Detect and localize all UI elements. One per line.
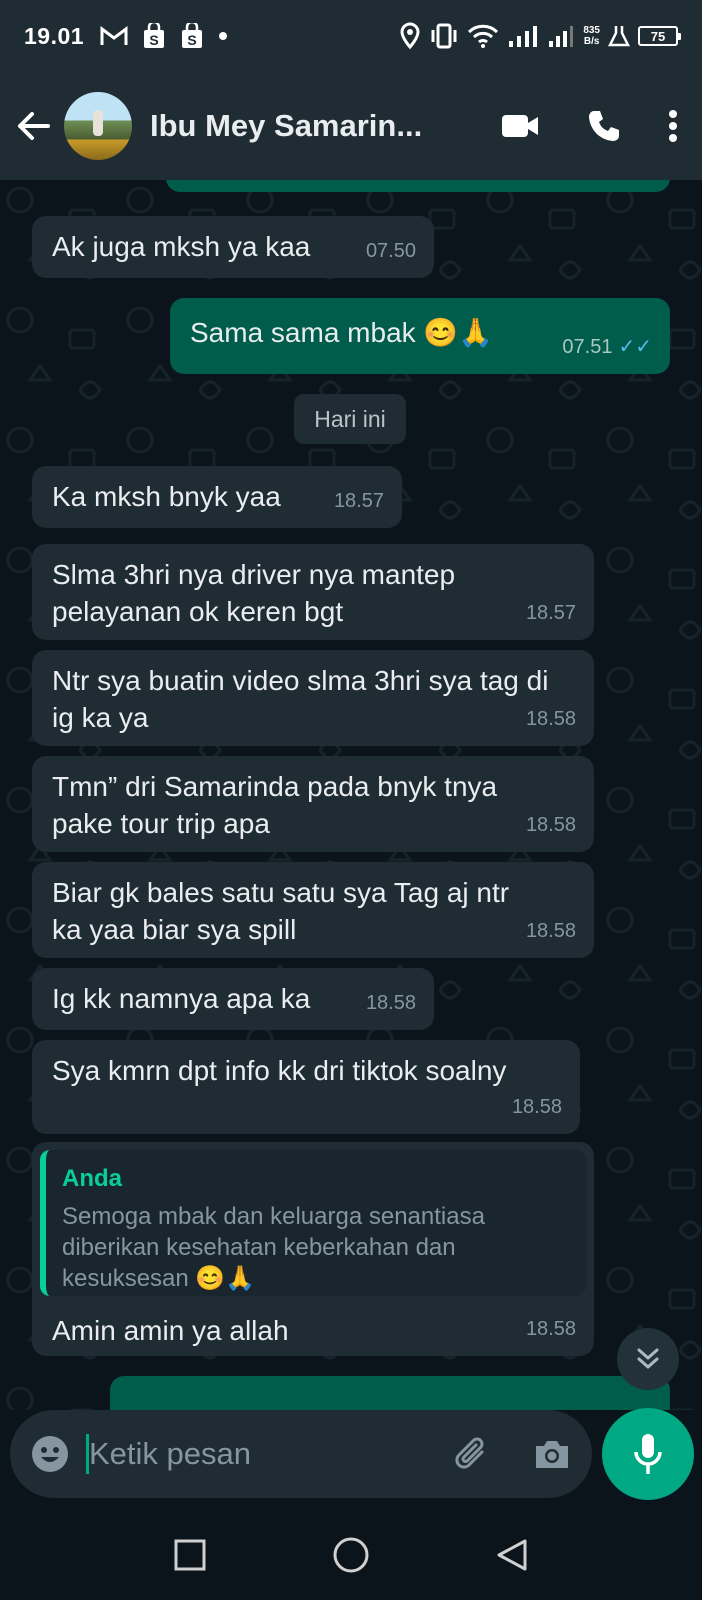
message-time: 18.58 bbox=[525, 1318, 576, 1340]
avatar[interactable] bbox=[64, 92, 132, 160]
message-text: Slma 3hri nya driver nya mantep pelayana… bbox=[52, 559, 456, 627]
message-bubble-incoming[interactable]: Tmn” dri Samarinda pada bnyk tnya pake t… bbox=[32, 756, 594, 852]
message-bubble-incoming[interactable]: Sya kmrn dpt info kk dri tiktok soalny 1… bbox=[32, 1040, 580, 1134]
signal-icon bbox=[549, 26, 574, 47]
message-time: 07.51 bbox=[562, 336, 613, 358]
message-text: Sya kmrn dpt info kk dri tiktok soalny bbox=[52, 1055, 507, 1086]
network-speed: 835 B/s bbox=[583, 25, 600, 47]
message-bubble-incoming[interactable]: Ak juga mksh ya kaa 07.50 bbox=[32, 216, 434, 278]
vibrate-icon bbox=[431, 23, 457, 49]
video-call-icon[interactable] bbox=[500, 112, 540, 140]
read-ticks-icon: ✓✓ bbox=[618, 336, 652, 358]
status-time: 19.01 bbox=[24, 22, 85, 49]
contact-name[interactable]: Ibu Mey Samarin... bbox=[150, 108, 422, 144]
mic-icon bbox=[634, 1434, 662, 1474]
back-arrow-icon bbox=[18, 112, 50, 140]
date-chip: Hari ini bbox=[294, 394, 406, 444]
battery-level: 75 bbox=[650, 28, 666, 44]
message-bubble-incoming[interactable]: Biar gk bales satu satu sya Tag aj ntr k… bbox=[32, 862, 594, 958]
message-bubble-incoming[interactable]: Slma 3hri nya driver nya mantep pelayana… bbox=[32, 544, 594, 640]
back-button[interactable] bbox=[16, 111, 56, 141]
back-icon[interactable] bbox=[495, 1538, 529, 1572]
quoted-message[interactable]: Anda Semoga mbak dan keluarga senantiasa… bbox=[40, 1150, 586, 1296]
message-time: 18.58 bbox=[365, 992, 416, 1014]
net-speed-value: 835 bbox=[583, 25, 600, 36]
emoji-icon[interactable] bbox=[30, 1434, 70, 1474]
quote-author: Anda bbox=[62, 1165, 122, 1192]
attach-icon[interactable] bbox=[452, 1434, 492, 1474]
system-nav-bar bbox=[0, 1510, 702, 1600]
dot-icon bbox=[219, 32, 228, 40]
message-bubble-partial bbox=[110, 1376, 670, 1410]
recents-icon[interactable] bbox=[173, 1538, 207, 1572]
svg-text:S: S bbox=[149, 32, 158, 48]
chevron-double-down-icon bbox=[637, 1348, 659, 1369]
mic-button[interactable] bbox=[602, 1408, 694, 1500]
message-time: 18.58 bbox=[525, 814, 576, 836]
message-text: Ntr sya buatin video slma 3hri sya tag d… bbox=[52, 665, 549, 733]
chat-header: Ibu Mey Samarin... bbox=[0, 72, 702, 180]
message-bubble-outgoing[interactable]: Sama sama mbak 😊🙏 07.51 ✓✓ bbox=[170, 298, 670, 374]
message-bubble-incoming[interactable]: Ig kk namnya apa ka 18.58 bbox=[32, 968, 434, 1030]
chat-area[interactable]: Ak juga mksh ya kaa 07.50 Sama sama mbak… bbox=[0, 180, 702, 1410]
location-icon bbox=[400, 22, 420, 50]
scroll-down-button[interactable] bbox=[617, 1328, 679, 1390]
quote-text: Semoga mbak dan keluarga senantiasa dibe… bbox=[62, 1203, 485, 1292]
camera-icon[interactable] bbox=[532, 1436, 572, 1472]
message-time: 07.50 bbox=[365, 240, 416, 262]
message-time: 18.57 bbox=[525, 602, 576, 624]
net-speed-unit: B/s bbox=[583, 36, 600, 47]
message-time-wrap: 07.51 ✓✓ bbox=[562, 329, 652, 366]
message-text: Amin amin ya allah bbox=[52, 1315, 289, 1346]
message-bubble-incoming[interactable]: Ntr sya buatin video slma 3hri sya tag d… bbox=[32, 650, 594, 746]
message-bubble-reply[interactable]: Anda Semoga mbak dan keluarga senantiasa… bbox=[32, 1142, 594, 1356]
message-bubble-incoming[interactable]: Ka mksh bnyk yaa 18.57 bbox=[32, 466, 402, 528]
shop-icon: S bbox=[182, 23, 203, 48]
message-time: 18.58 bbox=[525, 708, 576, 730]
battery-icon: 75 bbox=[638, 26, 681, 46]
svg-text:S: S bbox=[187, 32, 196, 48]
message-bubble-partial bbox=[166, 180, 670, 192]
message-time: 18.58 bbox=[511, 1096, 562, 1118]
flask-icon bbox=[608, 26, 630, 47]
message-time: 18.57 bbox=[333, 490, 384, 512]
gmail-icon bbox=[100, 26, 128, 45]
message-text: Biar gk bales satu satu sya Tag aj ntr k… bbox=[52, 877, 510, 945]
wifi-icon bbox=[468, 24, 499, 48]
message-input-container bbox=[10, 1410, 592, 1498]
home-icon[interactable] bbox=[332, 1536, 370, 1574]
message-input[interactable] bbox=[89, 1436, 419, 1472]
more-vert-icon[interactable] bbox=[668, 109, 678, 143]
message-time: 18.58 bbox=[525, 920, 576, 942]
phone-icon[interactable] bbox=[586, 108, 622, 144]
message-text: Tmn” dri Samarinda pada bnyk tnya pake t… bbox=[52, 771, 498, 839]
composer bbox=[0, 1408, 702, 1510]
signal-icon bbox=[509, 26, 538, 47]
shop-icon: S bbox=[144, 23, 165, 48]
status-bar: 19.01 S S 835 B/s 75 bbox=[0, 0, 702, 72]
